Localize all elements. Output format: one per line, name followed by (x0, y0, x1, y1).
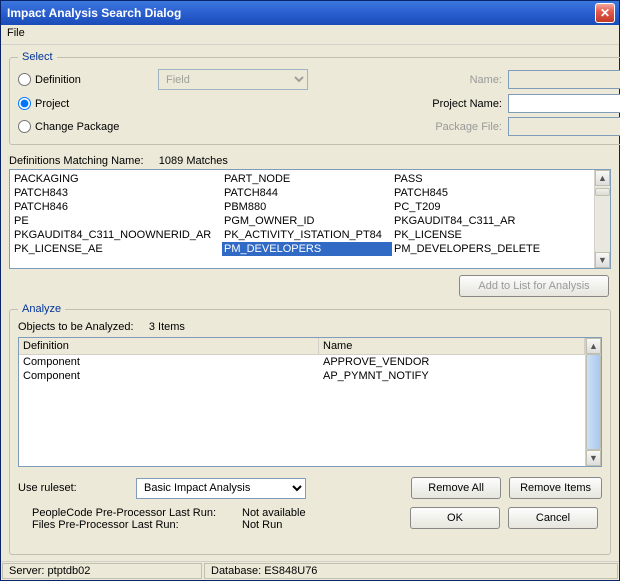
radio-project-input[interactable] (18, 97, 31, 110)
analyze-scrollbar[interactable]: ▲ ▼ (585, 338, 601, 466)
list-item[interactable]: PE (12, 214, 222, 228)
scroll-up-icon[interactable]: ▲ (586, 338, 601, 354)
files-preprocessor-value: Not Run (242, 519, 362, 531)
radio-project[interactable]: Project (18, 97, 158, 110)
list-item[interactable]: PGM_OWNER_ID (222, 214, 392, 228)
list-item[interactable]: PK_LICENSE_AE (12, 242, 222, 256)
pc-preprocessor-label: PeopleCode Pre-Processor Last Run: (32, 507, 242, 519)
content-area: Select Definition Field Name: (1, 45, 619, 561)
list-item[interactable]: PKGAUDIT84_C311_NOOWNERID_AR (12, 228, 222, 242)
radio-definition-label: Definition (35, 74, 81, 86)
radio-change-package-input[interactable] (18, 120, 31, 133)
definition-type-dropdown[interactable]: Field (158, 69, 308, 90)
list-item[interactable]: PACKAGING (12, 172, 222, 186)
name-label: Name: (308, 74, 508, 86)
objects-label: Objects to be Analyzed: (18, 321, 134, 333)
radio-change-package[interactable]: Change Package (18, 120, 158, 133)
title-bar[interactable]: Impact Analysis Search Dialog ✕ (1, 1, 619, 25)
list-item[interactable]: PATCH843 (12, 186, 222, 200)
cell-name: APPROVE_VENDOR (319, 355, 585, 369)
close-icon[interactable]: ✕ (595, 3, 615, 23)
list-item[interactable]: PATCH845 (392, 186, 594, 200)
project-name-label: Project Name: (308, 98, 508, 110)
status-bar: Server: ptptdb02 Database: ES848U76 (1, 561, 619, 580)
list-item[interactable]: PART_NODE (222, 172, 392, 186)
scroll-down-icon[interactable]: ▼ (595, 252, 610, 268)
remove-all-button[interactable]: Remove All (411, 477, 501, 499)
radio-definition[interactable]: Definition (18, 73, 158, 86)
remove-items-button[interactable]: Remove Items (509, 477, 602, 499)
status-server-value: ptptdb02 (48, 565, 91, 577)
table-row[interactable]: ComponentAP_PYMNT_NOTIFY (19, 369, 585, 383)
cell-definition: Component (19, 369, 319, 383)
cell-definition: Component (19, 355, 319, 369)
dialog-window: Impact Analysis Search Dialog ✕ File Sel… (0, 0, 620, 581)
analyze-group: Analyze Objects to be Analyzed: 3 Items … (9, 303, 611, 555)
matches-scrollbar[interactable]: ▲ ▼ (594, 170, 610, 268)
ruleset-label: Use ruleset: (18, 482, 128, 494)
select-group: Select Definition Field Name: (9, 51, 620, 145)
analyze-legend: Analyze (18, 303, 65, 315)
matches-label-row: Definitions Matching Name: 1089 Matches (9, 155, 611, 167)
matches-list[interactable]: PACKAGINGPART_NODEPASS PATCH843PATCH844PA… (9, 169, 611, 269)
list-item[interactable]: PK_LICENSE (392, 228, 594, 242)
col-definition[interactable]: Definition (19, 338, 319, 354)
cancel-button[interactable]: Cancel (508, 507, 598, 529)
package-file-input[interactable] (508, 117, 620, 136)
project-name-input[interactable] (508, 94, 620, 113)
matches-count: 1089 Matches (159, 155, 228, 167)
menu-bar: File (1, 25, 619, 45)
table-row[interactable]: ComponentAPPROVE_VENDOR (19, 355, 585, 369)
radio-change-package-label: Change Package (35, 121, 119, 133)
pc-preprocessor-value: Not available (242, 507, 362, 519)
scroll-down-icon[interactable]: ▼ (586, 450, 601, 466)
cell-name: AP_PYMNT_NOTIFY (319, 369, 585, 383)
list-item[interactable]: PBM880 (222, 200, 392, 214)
status-db-label: Database: (211, 565, 261, 577)
name-input[interactable] (508, 70, 620, 89)
analyze-header-row[interactable]: Definition Name (19, 338, 585, 355)
package-file-label: Package File: (308, 121, 508, 133)
analyze-list[interactable]: Definition Name ComponentAPPROVE_VENDORC… (18, 337, 602, 467)
ok-button[interactable]: OK (410, 507, 500, 529)
select-legend: Select (18, 51, 57, 63)
list-item[interactable]: PM_DEVELOPERS_DELETE (392, 242, 594, 256)
list-item[interactable]: PM_DEVELOPERS (222, 242, 392, 256)
ruleset-dropdown[interactable]: Basic Impact Analysis (136, 478, 306, 499)
col-name[interactable]: Name (319, 338, 585, 354)
list-item[interactable]: PASS (392, 172, 594, 186)
radio-project-label: Project (35, 98, 69, 110)
add-to-list-button[interactable]: Add to List for Analysis (459, 275, 609, 297)
list-item[interactable]: PATCH846 (12, 200, 222, 214)
radio-definition-input[interactable] (18, 73, 31, 86)
list-item[interactable]: PATCH844 (222, 186, 392, 200)
list-item[interactable]: PK_ACTIVITY_ISTATION_PT84 (222, 228, 392, 242)
files-preprocessor-label: Files Pre-Processor Last Run: (32, 519, 242, 531)
window-title: Impact Analysis Search Dialog (7, 6, 181, 20)
objects-count: 3 Items (149, 321, 185, 333)
list-item[interactable]: PKGAUDIT84_C311_AR (392, 214, 594, 228)
status-db-value: ES848U76 (264, 565, 317, 577)
scroll-up-icon[interactable]: ▲ (595, 170, 610, 186)
matches-label: Definitions Matching Name: (9, 155, 144, 167)
status-server-label: Server: (9, 565, 44, 577)
menu-file[interactable]: File (7, 27, 25, 39)
list-item[interactable]: PC_T209 (392, 200, 594, 214)
